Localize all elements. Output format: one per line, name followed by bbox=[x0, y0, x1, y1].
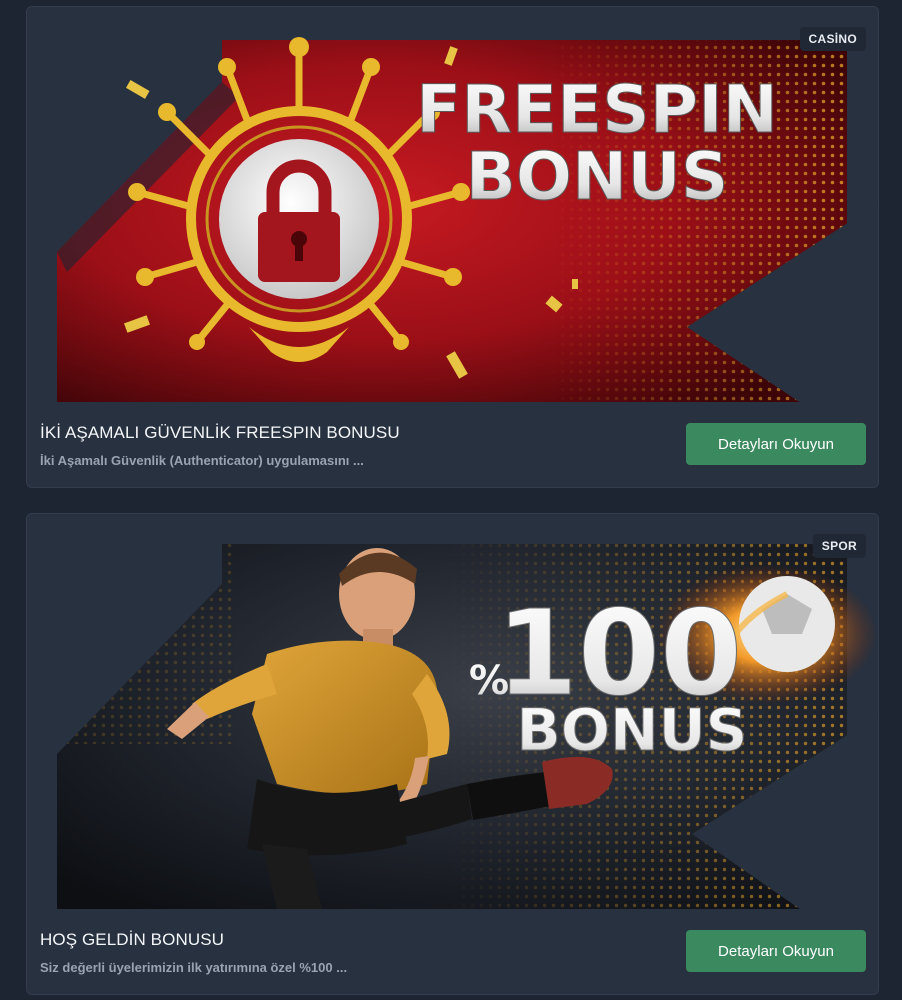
category-badge: SPOR bbox=[812, 534, 866, 558]
banner-headline: FREESPIN BONUS bbox=[416, 71, 779, 216]
promotion-description: İki Aşamalı Güvenlik (Authenticator) uyg… bbox=[40, 453, 364, 468]
promotion-card-sport[interactable]: % 100 BONUS SPOR HOŞ GELDİN BONUSU Siz d… bbox=[26, 513, 879, 995]
promotion-banner-image[interactable]: % 100 BONUS bbox=[27, 514, 878, 914]
banner-headline-line1: FREESPIN bbox=[416, 71, 778, 148]
promotion-title: İKİ AŞAMALI GÜVENLİK FREESPIN BONUSU bbox=[40, 423, 400, 442]
banner-headline-line2: BONUS bbox=[517, 696, 748, 764]
padlock-icon bbox=[219, 139, 379, 299]
promotion-title: HOŞ GELDİN BONUSU bbox=[40, 930, 225, 949]
category-badge: CASİNO bbox=[799, 27, 866, 51]
promotion-description: Siz değerli üyelerimizin ilk yatırımına … bbox=[40, 960, 348, 975]
promotion-banner-image[interactable]: FREESPIN BONUS bbox=[27, 7, 878, 407]
banner-headline-line2: BONUS bbox=[466, 138, 729, 215]
promotion-card-casino[interactable]: FREESPIN BONUS CASİNO İKİ AŞAMALI GÜVENL… bbox=[26, 6, 879, 488]
read-details-button[interactable]: Detayları Okuyun bbox=[686, 423, 866, 465]
read-details-button[interactable]: Detayları Okuyun bbox=[686, 930, 866, 972]
